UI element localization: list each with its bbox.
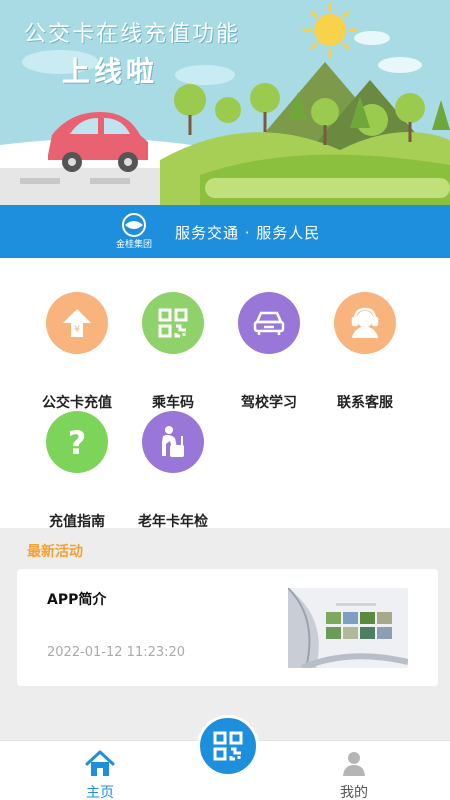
feature-bus-card-recharge[interactable]: ¥ 公交卡充值 (28, 292, 124, 411)
feature-label: 乘车码 (152, 395, 194, 411)
company-strip: 金桂集团 服务交通 · 服务人民 (0, 205, 450, 258)
feature-label: 公交卡充值 (42, 395, 112, 411)
feature-customer-service[interactable]: 联系客服 (316, 292, 412, 411)
headset-user-icon (334, 292, 396, 354)
user-icon (343, 752, 365, 776)
slogan-text: 服务交通 · 服务人民 (175, 224, 321, 242)
question-mark-icon: ? (46, 411, 108, 473)
svg-text:¥: ¥ (74, 325, 80, 335)
activity-thumbnail (288, 588, 408, 668)
nav-home[interactable]: 主页 (45, 741, 155, 800)
feature-recharge-guide[interactable]: ? 充值指南 (28, 411, 124, 530)
promo-banner[interactable]: 公交卡在线充值功能 上线啦 (0, 0, 450, 205)
nav-home-label: 主页 (86, 785, 114, 800)
feature-label: 老年卡年检 (138, 514, 208, 530)
car-icon (238, 292, 300, 354)
qr-code-icon (213, 731, 243, 761)
svg-text:?: ? (68, 424, 87, 460)
feature-grid: ¥ 公交卡充值 乘车码 驾校学习 联系客服 ? 充值指南 老年卡年检 (0, 258, 450, 530)
elderly-check-icon (142, 411, 204, 473)
feature-label: 联系客服 (337, 395, 393, 411)
feature-label: 驾校学习 (241, 395, 297, 411)
logo-text: 金桂集团 (115, 240, 152, 250)
feature-senior-card-check[interactable]: 老年卡年检 (124, 411, 220, 530)
scan-qr-button[interactable] (197, 715, 259, 777)
nav-mine[interactable]: 我的 (299, 741, 409, 800)
activity-card[interactable]: APP简介 2022-01-12 11:23:20 (17, 569, 438, 686)
banner-title: 公交卡在线充值功能 (24, 22, 241, 47)
company-logo: 金桂集团 (104, 213, 164, 253)
home-icon (85, 750, 115, 776)
logo-emblem-icon (122, 213, 146, 237)
feature-label: 充值指南 (49, 514, 105, 530)
section-title-latest: 最新活动 (27, 544, 83, 560)
banner-subtitle: 上线啦 (62, 55, 159, 88)
feature-ride-code[interactable]: 乘车码 (124, 292, 220, 411)
feature-driving-school[interactable]: 驾校学习 (220, 292, 316, 411)
sun-icon (302, 2, 358, 58)
nav-mine-label: 我的 (340, 785, 368, 800)
activity-date: 2022-01-12 11:23:20 (47, 645, 186, 660)
qr-code-icon (142, 292, 204, 354)
activity-title: APP简介 (47, 592, 107, 608)
upload-arrow-yen-icon: ¥ (46, 292, 108, 354)
